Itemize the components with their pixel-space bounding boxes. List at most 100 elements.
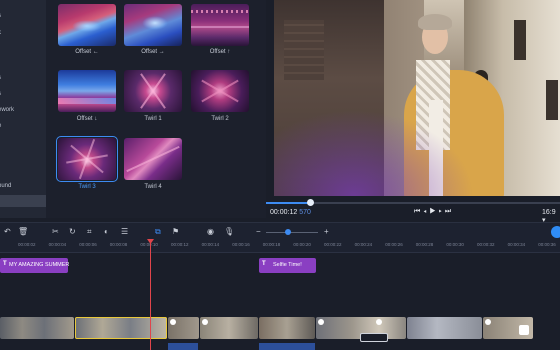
seek-handle[interactable] xyxy=(307,199,315,206)
zoom-out-icon[interactable]: − xyxy=(256,227,261,236)
text-icon: T xyxy=(3,261,7,267)
transition-marker-icon[interactable] xyxy=(170,319,176,325)
transition-label: Offset ← xyxy=(75,49,99,55)
ruler-tick-label: 00:00:32 xyxy=(477,242,495,247)
ruler-tick-label: 00:00:16 xyxy=(232,242,250,247)
zoom-slider[interactable] xyxy=(266,232,318,233)
zoom-in-icon[interactable]: + xyxy=(324,227,329,236)
sidebar-item[interactable]: ework xyxy=(0,104,46,116)
ruler-tick-label: 00:00:08 xyxy=(109,242,128,247)
transition-thumb-offset-right[interactable] xyxy=(124,4,182,46)
microphone-icon[interactable]: 🎙 xyxy=(224,227,234,236)
transition-thumb-offset-down[interactable] xyxy=(58,70,116,112)
audio-clip[interactable] xyxy=(259,343,315,350)
transition-thumb-offset-up[interactable] xyxy=(191,4,249,46)
video-preview xyxy=(274,0,560,196)
transition-block[interactable] xyxy=(360,333,388,342)
transition-marker-icon[interactable] xyxy=(485,319,491,325)
transition-label: Offset → xyxy=(141,49,165,55)
title-clip-label: MY AMAZING SUMMER xyxy=(9,262,70,268)
ruler-tick-label: 00:00:30 xyxy=(446,242,464,247)
transport-buttons: ⏮◂▶▸⏭ xyxy=(414,208,454,216)
playhead[interactable] xyxy=(150,240,151,350)
transition-marker-icon[interactable] xyxy=(318,319,324,325)
transition-thumb-twirl-2[interactable] xyxy=(191,70,249,112)
video-clip[interactable] xyxy=(407,317,482,339)
video-clip[interactable] xyxy=(0,317,74,339)
export-button[interactable] xyxy=(551,226,560,238)
transition-thumb-offset-left[interactable] xyxy=(58,4,116,46)
preview-transition-glow xyxy=(274,110,474,196)
timecode-display: 00:00:12 570 xyxy=(270,209,311,216)
video-clip-selected[interactable] xyxy=(75,317,167,339)
transition-label: Twirl 2 xyxy=(211,116,229,122)
ruler-tick-label: 00:00:12 xyxy=(171,242,189,247)
preview-window xyxy=(514,20,526,60)
title-clip[interactable]: T Selfie Time! xyxy=(259,258,316,273)
sidebar-item[interactable]: ound xyxy=(0,180,46,192)
timecode-main: 00:00:12 xyxy=(270,209,298,216)
cut-icon[interactable]: ✂ xyxy=(52,227,59,236)
skip-start-icon[interactable]: ⏮ xyxy=(414,208,423,215)
ruler-tick-label: 00:00:34 xyxy=(507,242,526,247)
undo-icon[interactable]: ↶ xyxy=(4,227,11,236)
preview-window xyxy=(546,80,558,120)
transition-thumb-twirl-4[interactable] xyxy=(124,138,182,180)
timeline: T MY AMAZING SUMMER T Selfie Time! xyxy=(0,239,560,350)
ruler-tick-label: 00:00:04 xyxy=(48,242,67,247)
sidebar-item[interactable]: s xyxy=(0,72,46,84)
ruler-tick-label: 00:00:18 xyxy=(262,242,281,247)
sidebar-item[interactable]: s xyxy=(0,10,46,22)
transition-label-selected: Twirl 3 xyxy=(78,184,96,190)
sidebar-item[interactable]: s xyxy=(0,88,46,100)
ruler-tick-label: 00:00:20 xyxy=(293,242,311,247)
ruler-tick-label: 00:00:26 xyxy=(385,242,403,247)
ruler-tick-label: 00:00:28 xyxy=(415,242,434,247)
audio-clip[interactable] xyxy=(168,343,198,350)
title-clip-label: Selfie Time! xyxy=(273,262,302,268)
ruler-tick-label: 00:00:36 xyxy=(538,242,556,247)
record-audio-icon[interactable]: ◉ xyxy=(207,227,214,236)
ruler-tick-label: 00:00:06 xyxy=(79,242,97,247)
rotate-icon[interactable]: ↻ xyxy=(69,227,76,236)
transitions-panel: Offset ← Offset → Offset ↑ Offset ↓ Twir… xyxy=(46,0,266,218)
play-icon[interactable]: ▶ xyxy=(429,208,438,215)
transition-label: Offset ↓ xyxy=(76,116,98,122)
timecode-frames: 570 xyxy=(299,209,311,216)
seek-fill xyxy=(266,202,311,204)
transition-label: Twirl 1 xyxy=(144,116,162,122)
ruler-tick-label: 00:00:24 xyxy=(354,242,373,247)
panel-divider xyxy=(266,0,274,196)
sidebar-item[interactable]: e xyxy=(0,120,46,132)
sidebar: s t k s s ework e ound t xyxy=(0,0,46,218)
sidebar-item-transitions[interactable]: t xyxy=(0,195,46,207)
transition-thumb-twirl-1[interactable] xyxy=(124,70,182,112)
transition-label: Twirl 4 xyxy=(144,184,162,190)
video-clip[interactable] xyxy=(483,317,533,339)
title-clip[interactable]: T MY AMAZING SUMMER xyxy=(0,258,70,273)
delete-icon[interactable]: 🗑 xyxy=(18,227,28,236)
transition-marker-icon[interactable] xyxy=(202,319,208,325)
video-clip[interactable] xyxy=(259,317,315,339)
ruler-tick-label: 00:00:22 xyxy=(324,242,342,247)
ruler-tick-label: 00:00:14 xyxy=(201,242,220,247)
edit-toolbar: ↶ 🗑 ✂ ↻ ⌗ ◐ ☰ ⧉ ⚑ ◉ 🎙 − + xyxy=(0,222,560,241)
video-clip[interactable] xyxy=(200,317,258,339)
transition-label: Offset ↑ xyxy=(209,49,231,55)
timeline-ruler[interactable]: 00:00:0200:00:0400:00:0600:00:0800:00:10… xyxy=(0,240,560,253)
sidebar-item[interactable]: k xyxy=(0,27,46,39)
skip-end-icon[interactable]: ⏭ xyxy=(445,208,454,215)
player-controls: 00:00:12 570 ⏮◂▶▸⏭ 16:9 ▾ xyxy=(266,196,560,224)
transition-thumb-twirl-3[interactable] xyxy=(56,136,118,182)
ruler-tick-label: 00:00:02 xyxy=(18,242,36,247)
filter-icon[interactable]: ☰ xyxy=(121,227,128,236)
color-adjust-icon[interactable]: ◐ xyxy=(104,227,109,236)
zoom-slider-handle[interactable] xyxy=(285,229,291,235)
marker-icon[interactable]: ⚑ xyxy=(172,227,179,236)
video-clip[interactable] xyxy=(168,317,199,339)
crop-icon[interactable]: ⌗ xyxy=(87,227,92,237)
transition-marker-icon[interactable] xyxy=(376,319,382,325)
preview-bricks xyxy=(284,20,324,80)
transition-icon[interactable]: ⧉ xyxy=(155,227,161,237)
transition-marker-icon[interactable] xyxy=(519,325,529,335)
